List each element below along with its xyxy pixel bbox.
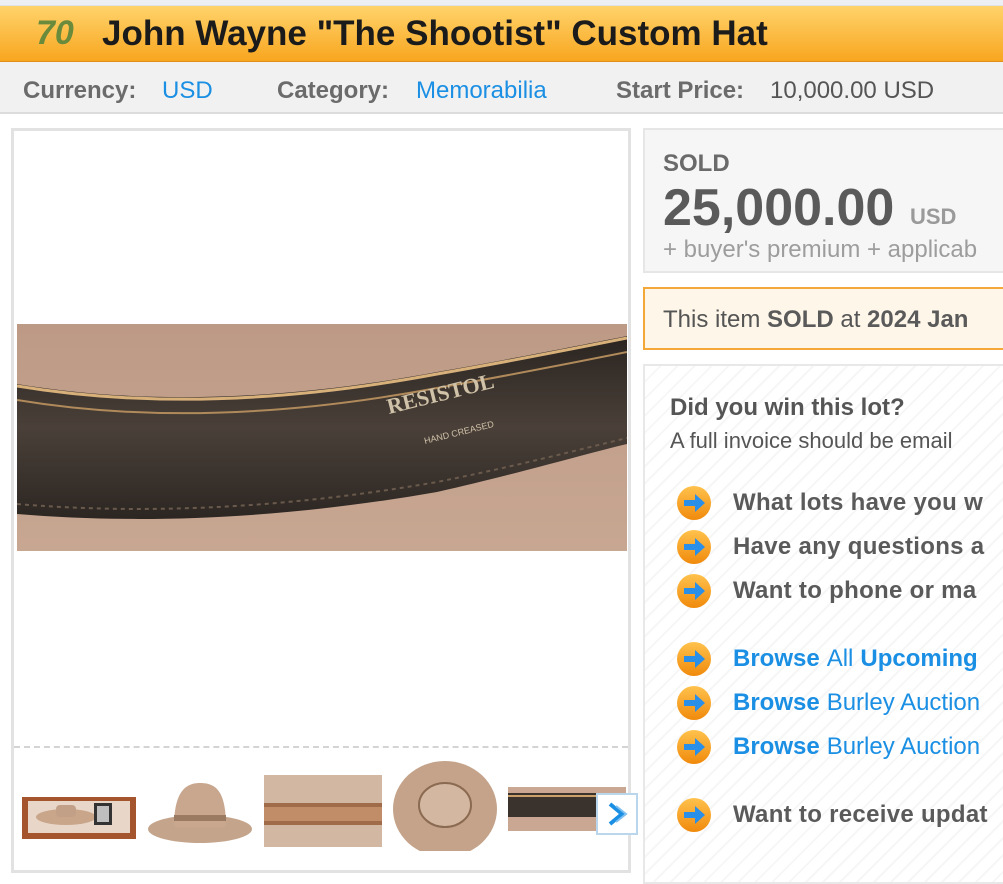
lot-number: 70 — [36, 14, 74, 52]
browse-word: Browse — [733, 733, 820, 760]
currency-link[interactable]: USD — [162, 77, 213, 105]
lot-title: John Wayne "The Shootist" Custom Hat — [102, 14, 768, 53]
browse-burley-link-1[interactable]: Browse Burley Auction — [675, 685, 980, 721]
sold-currency: USD — [910, 204, 957, 229]
sold-notice: This item SOLD at 2024 Jan — [643, 287, 1003, 350]
buyers-premium-note: + buyer's premium + applicab — [663, 236, 978, 263]
browse-upcoming-link[interactable]: Browse All Upcoming — [675, 641, 978, 677]
arrow-right-icon — [675, 685, 713, 721]
gallery-next-button[interactable] — [596, 793, 638, 835]
browse-upcoming-word: Upcoming — [860, 645, 978, 672]
arrow-right-icon — [675, 529, 713, 565]
currency-label: Currency: — [23, 77, 137, 104]
sold-price: 25,000.00 — [663, 179, 895, 237]
arrow-right-icon — [675, 641, 713, 677]
arrow-right-icon — [675, 797, 713, 833]
notice-sold-word: SOLD — [767, 306, 834, 333]
browse-all-word: All — [826, 645, 854, 672]
thumb-hat-side[interactable] — [144, 761, 256, 851]
browse-burley-link-2[interactable]: Browse Burley Auction — [675, 729, 980, 765]
image-gallery: RESISTOL HAND CREASED — [11, 128, 638, 873]
category-label: Category: — [277, 77, 390, 104]
notice-mid: at — [833, 306, 868, 333]
notice-date: 2024 Jan — [867, 306, 969, 333]
lot-title-bar: 70 John Wayne "The Shootist" Custom Hat — [0, 6, 1003, 62]
start-price-value: 10,000.00 USD — [770, 77, 935, 104]
win-info-panel: Did you win this lot? A full invoice sho… — [643, 364, 1003, 884]
gallery-divider — [14, 746, 628, 748]
sold-price-box: SOLD 25,000.00 USD + buyer's premium + a… — [643, 128, 1003, 273]
start-price-label: Start Price: — [616, 77, 745, 104]
arrow-right-icon — [675, 573, 713, 609]
category-link[interactable]: Memorabilia — [416, 77, 547, 105]
win-title: Did you win this lot? — [670, 394, 905, 421]
browse-word: Browse — [733, 645, 820, 672]
arrow-right-icon — [675, 729, 713, 765]
question-row-phone[interactable]: Want to phone or ma — [675, 573, 976, 609]
updates-text: Want to receive updat — [733, 801, 988, 828]
notice-prefix: This item — [663, 306, 768, 333]
chevron-right-icon — [608, 802, 628, 826]
main-hat-image[interactable]: RESISTOL HAND CREASED — [17, 324, 627, 551]
browse-burley-word: Burley Auction — [826, 689, 981, 716]
browse-burley-word: Burley Auction — [826, 733, 981, 760]
question-row-questions[interactable]: Have any questions a — [675, 529, 984, 565]
question-phone-text: Want to phone or ma — [733, 577, 977, 604]
question-questions-text: Have any questions a — [733, 533, 985, 560]
updates-row[interactable]: Want to receive updat — [675, 797, 988, 833]
sold-label: SOLD — [663, 150, 730, 177]
arrow-right-icon — [675, 485, 713, 521]
question-lots-text: What lots have you w — [733, 489, 984, 516]
thumb-hat-top[interactable] — [392, 757, 498, 861]
thumb-hat-display-case[interactable] — [20, 761, 138, 851]
browse-word: Browse — [733, 689, 820, 716]
question-row-lots[interactable]: What lots have you w — [675, 485, 983, 521]
thumb-hat-band-front[interactable] — [264, 761, 382, 851]
win-subtitle: A full invoice should be email — [670, 428, 953, 453]
lot-info-bar: Currency: USD Category: Memorabilia Star… — [0, 62, 1003, 114]
